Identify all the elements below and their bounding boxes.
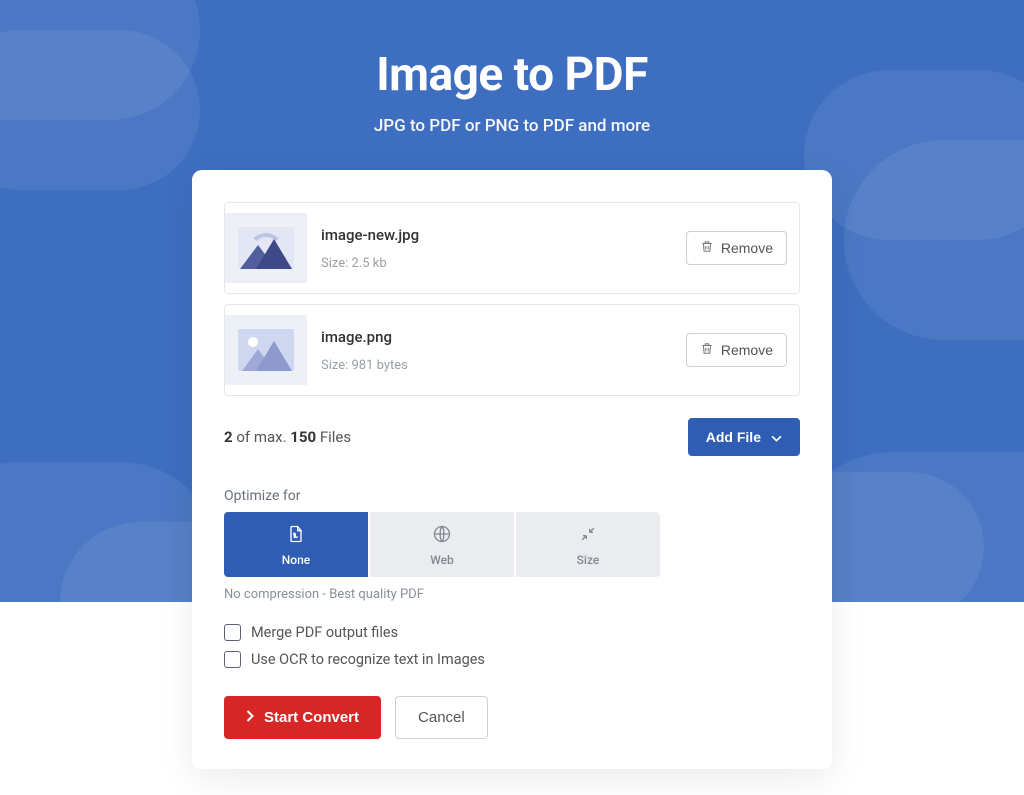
page-title: Image to PDF: [0, 48, 1024, 102]
remove-label: Remove: [721, 240, 773, 256]
trash-icon: [700, 239, 714, 257]
optimize-label: Optimize for: [224, 488, 800, 504]
file-name: image.png: [321, 328, 686, 346]
file-pdf-icon: [286, 524, 306, 547]
cancel-button[interactable]: Cancel: [395, 696, 488, 739]
merge-output-checkbox[interactable]: Merge PDF output files: [224, 624, 800, 641]
file-size: Size: 2.5 kb: [321, 256, 686, 271]
checkbox-icon: [224, 651, 241, 668]
trash-icon: [700, 341, 714, 359]
chevron-down-icon: [771, 429, 782, 445]
page-subtitle: JPG to PDF or PNG to PDF and more: [0, 116, 1024, 136]
file-row: image.png Size: 981 bytes Remove: [224, 304, 800, 396]
start-convert-label: Start Convert: [264, 709, 359, 726]
optimize-hint: No compression - Best quality PDF: [224, 587, 800, 602]
chevron-right-icon: [246, 709, 254, 726]
optimize-tab-label: Web: [430, 553, 454, 567]
compress-icon: [578, 524, 598, 547]
file-counter: 2 of max. 150 Files: [224, 428, 351, 446]
start-convert-button[interactable]: Start Convert: [224, 696, 381, 739]
cancel-label: Cancel: [418, 709, 465, 726]
ocr-label: Use OCR to recognize text in Images: [251, 651, 485, 668]
converter-card: image-new.jpg Size: 2.5 kb Remove image.…: [192, 170, 832, 769]
optimize-tabs: None Web Size: [224, 512, 660, 577]
optimize-tab-label: Size: [577, 553, 600, 567]
optimize-tab-none[interactable]: None: [224, 512, 370, 577]
checkbox-icon: [224, 624, 241, 641]
remove-file-button[interactable]: Remove: [686, 231, 787, 265]
ocr-checkbox[interactable]: Use OCR to recognize text in Images: [224, 651, 800, 668]
add-file-button[interactable]: Add File: [688, 418, 800, 456]
add-file-label: Add File: [706, 429, 761, 445]
remove-label: Remove: [721, 342, 773, 358]
remove-file-button[interactable]: Remove: [686, 333, 787, 367]
file-size: Size: 981 bytes: [321, 358, 686, 373]
optimize-tab-web[interactable]: Web: [370, 512, 516, 577]
file-row: image-new.jpg Size: 2.5 kb Remove: [224, 202, 800, 294]
globe-icon: [432, 524, 452, 547]
optimize-tab-size[interactable]: Size: [516, 512, 660, 577]
merge-label: Merge PDF output files: [251, 624, 398, 641]
optimize-tab-label: None: [282, 553, 310, 567]
file-name: image-new.jpg: [321, 226, 686, 244]
file-thumbnail: [225, 213, 307, 283]
file-thumbnail: [225, 315, 307, 385]
